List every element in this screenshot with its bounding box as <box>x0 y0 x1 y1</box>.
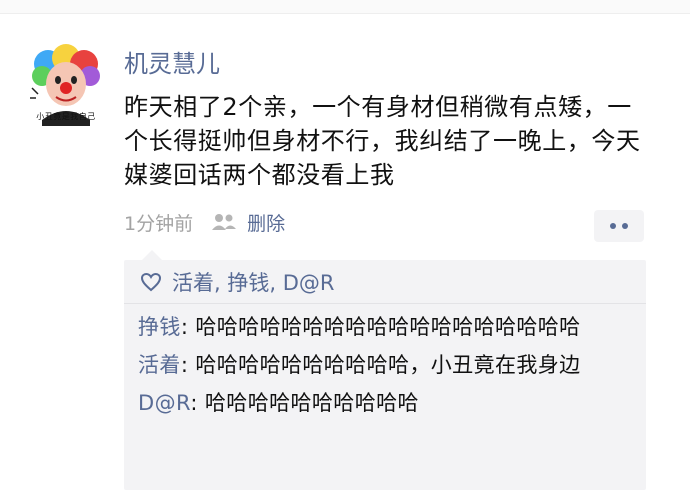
post-content: 昨天相了2个亲，一个有身材但稍微有点矮，一个长得挺帅但身材不行，我纠结了一晚上，… <box>124 93 641 189</box>
likes-names[interactable]: 活着, 挣钱, D@R <box>172 267 334 297</box>
likes-row: 活着, 挣钱, D@R <box>124 260 646 304</box>
comment-separator: : <box>190 391 205 415</box>
moment-post: 小丑竟是我自己 机灵慧儿 昨天相了2个亲，一个有身材但稍微有点矮，一个长得挺帅但… <box>0 14 690 490</box>
delete-button[interactable]: 删除 <box>247 209 285 236</box>
post-timestamp: 1分钟前 <box>124 212 194 235</box>
avatar[interactable]: 小丑竟是我自己 <box>24 42 108 126</box>
comment-item[interactable]: 活着: 哈哈哈哈哈哈哈哈哈哈，小丑竟在我身边 <box>138 350 638 380</box>
avatar-caption: 小丑竟是我自己 <box>36 112 96 121</box>
comment-separator: : <box>180 315 196 339</box>
comment-author[interactable]: 活着 <box>138 353 181 377</box>
people-icon[interactable] <box>211 213 237 231</box>
comment-item[interactable]: D@R: 哈哈哈哈哈哈哈哈哈哈 <box>138 388 638 418</box>
heart-icon <box>140 272 162 292</box>
comment-text: 哈哈哈哈哈哈哈哈哈哈哈哈哈哈哈哈哈哈 <box>195 315 581 339</box>
comment-list: 挣钱: 哈哈哈哈哈哈哈哈哈哈哈哈哈哈哈哈哈哈 活着: 哈哈哈哈哈哈哈哈哈哈，小丑… <box>138 312 638 426</box>
comment-separator: : <box>180 353 196 377</box>
username-link[interactable]: 机灵慧儿 <box>124 44 220 79</box>
more-options-button[interactable] <box>594 210 644 242</box>
comment-panel: 活着, 挣钱, D@R 挣钱: 哈哈哈哈哈哈哈哈哈哈哈哈哈哈哈哈哈哈 活着: 哈… <box>124 250 646 490</box>
comment-author[interactable]: 挣钱 <box>138 315 181 339</box>
more-dots-icon <box>622 223 628 229</box>
more-dots-icon <box>610 223 616 229</box>
comment-item[interactable]: 挣钱: 哈哈哈哈哈哈哈哈哈哈哈哈哈哈哈哈哈哈 <box>138 312 638 342</box>
comment-text: 哈哈哈哈哈哈哈哈哈哈 <box>204 391 419 415</box>
comment-text: 哈哈哈哈哈哈哈哈哈哈，小丑竟在我身边 <box>195 353 581 377</box>
comment-author[interactable]: D@R <box>138 391 190 415</box>
post-meta: 1分钟前 删除 <box>124 208 285 236</box>
top-divider <box>0 0 690 14</box>
